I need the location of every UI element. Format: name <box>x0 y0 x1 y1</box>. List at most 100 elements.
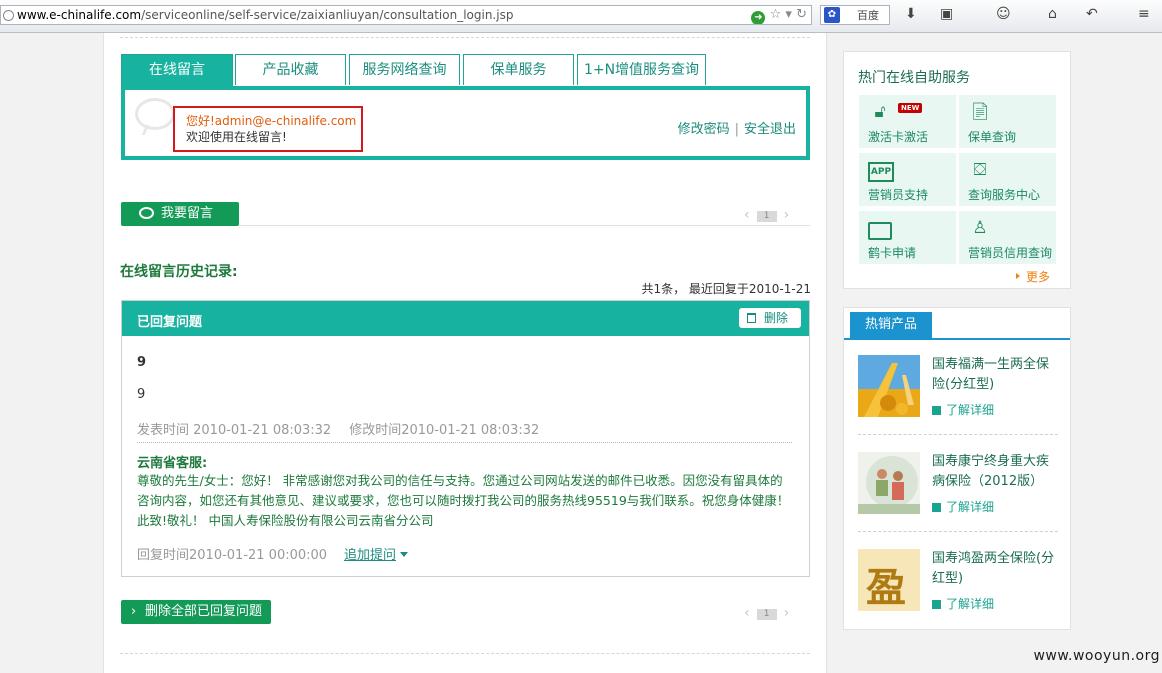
delete-all-replied-button[interactable]: › 删除全部已回复问题 <box>121 600 271 624</box>
leave-message-label: 我要留言 <box>161 206 214 221</box>
reload-icon[interactable]: ↻ <box>796 7 807 22</box>
leave-message-button[interactable]: 我要留言 <box>121 202 239 226</box>
message-header: 已回复问题 删除 <box>122 301 809 336</box>
greeting-highlight: 您好!admin@e-chinalife.com 欢迎使用在线留言! <box>173 106 363 152</box>
history-back-icon[interactable]: ↶ <box>1086 6 1098 22</box>
top-divider <box>120 37 810 38</box>
pager-next-icon[interactable]: › <box>784 207 790 223</box>
trash-icon <box>747 313 756 323</box>
message-title: 9 <box>137 355 147 370</box>
product-name[interactable]: 国寿鸿盈两全保险(分红型) <box>932 549 1060 589</box>
history-title: 在线留言历史记录: <box>120 264 238 280</box>
product-detail-link[interactable]: 了解详细 <box>932 401 994 418</box>
tab-value-added[interactable]: 1+N增值服务查询 <box>577 54 706 85</box>
smiley-icon[interactable]: ☺ <box>996 6 1011 22</box>
message-status-title: 已回复问题 <box>137 315 203 330</box>
service-card-agent-credit[interactable]: ♙ 营销员信用查询 <box>959 211 1056 264</box>
tab-product-favorites[interactable]: 产品收藏 <box>235 54 346 85</box>
product-name[interactable]: 国寿福满一生两全保险(分红型) <box>932 355 1060 395</box>
pager-page-number[interactable]: 1 <box>756 609 777 620</box>
pager-page-number[interactable]: 1 <box>756 211 777 222</box>
divider <box>239 225 810 226</box>
go-arrow-icon[interactable]: ➜ <box>751 11 766 24</box>
pager-prev-icon[interactable]: ‹ <box>744 605 750 621</box>
addon-icon[interactable]: ▣ <box>940 6 953 22</box>
chat-bubble-icon <box>135 98 175 130</box>
modify-time: 修改时间2010-01-21 08:03:32 <box>349 423 540 438</box>
product-item[interactable]: 盈 国寿鸿盈两全保险(分红型) 了解详细 <box>858 549 1058 629</box>
main-content: 在线留言 产品收藏 服务网络查询 保单服务 1+N增值服务查询 您好!admin… <box>103 33 827 673</box>
welcome-text: 欢迎使用在线留言! <box>186 130 287 144</box>
speech-bubble-icon <box>139 207 154 219</box>
hot-products-underline <box>844 338 1070 340</box>
product-image[interactable] <box>858 355 920 417</box>
service-card-activation[interactable]: 🔓︎ NEW 激活卡激活 <box>859 95 956 148</box>
services-title: 热门在线自助服务 <box>858 70 970 86</box>
service-card-agent-support[interactable]: APP 营销员支持 <box>859 153 956 206</box>
service-card-card-application[interactable]: 鹤卡申请 <box>859 211 956 264</box>
download-icon[interactable]: ⬇ <box>905 6 917 22</box>
hot-products-tab[interactable]: 热销产品 <box>850 312 932 338</box>
card-icon <box>868 222 892 240</box>
pager-next-icon[interactable]: › <box>784 605 790 621</box>
product-divider <box>858 531 1058 532</box>
change-password-link[interactable]: 修改密码 <box>678 122 730 137</box>
unlock-icon: 🔓︎ <box>874 102 886 122</box>
bookmark-star-icon[interactable]: ☆ <box>770 7 782 22</box>
hot-products-box: 热销产品 国寿福满一生两全保险(分红型) 了解详细 国寿康宁终身重大疾病保险（2… <box>843 307 1071 630</box>
browser-toolbar: www.e-chinalife.com/serviceonline/self-s… <box>0 0 1162 33</box>
reply-text: 尊敬的先生/女士：您好！ 非常感谢您对我公司的信任与支持。您通过公司网站发送的邮… <box>137 473 790 528</box>
service-card-policy-query[interactable]: 📄︎ 保单查询 <box>959 95 1056 148</box>
caret-down-icon <box>400 552 409 557</box>
product-name[interactable]: 国寿康宁终身重大疾病保险（2012版） <box>932 452 1060 492</box>
baidu-paw-icon: ✿ <box>824 7 840 23</box>
service-card-service-center[interactable]: ⛋ 查询服务中心 <box>959 153 1056 206</box>
pager-top: ‹ 1 › <box>744 207 789 223</box>
service-label: 保单查询 <box>968 130 1017 144</box>
service-label: 营销员支持 <box>868 188 929 202</box>
user-info-box: 您好!admin@e-chinalife.com 欢迎使用在线留言! 修改密码 |… <box>121 86 810 160</box>
add-question-link[interactable]: 追加提问 <box>344 544 409 563</box>
pager-prev-icon[interactable]: ‹ <box>744 207 750 223</box>
logout-link[interactable]: 安全退出 <box>744 122 796 137</box>
watermark: www.wooyun.org <box>1033 648 1160 664</box>
product-detail-link[interactable]: 了解详细 <box>932 498 994 515</box>
delete-all-label: 删除全部已回复问题 <box>145 604 263 619</box>
history-summary: 共1条， 最近回复于2010-1-21 <box>641 282 811 296</box>
dropdown-arrow-icon[interactable]: ▾ <box>785 7 792 22</box>
url-path: /serviceonline/self-service/zaixianliuya… <box>141 8 514 22</box>
service-label: 激活卡激活 <box>868 130 929 144</box>
tab-policy-service[interactable]: 保单服务 <box>463 54 574 85</box>
delete-label: 删除 <box>764 311 789 325</box>
tab-service-network[interactable]: 服务网络查询 <box>349 54 460 85</box>
app-icon: APP <box>868 162 894 182</box>
bottom-divider <box>120 653 810 654</box>
message-times: 发表时间 2010-01-21 08:03:32 修改时间2010-01-21 0… <box>137 419 539 438</box>
product-image-text: 盈 <box>866 564 906 611</box>
reply-time: 回复时间2010-01-21 00:00:00 <box>137 548 328 563</box>
product-divider <box>858 434 1058 435</box>
product-item[interactable]: 国寿康宁终身重大疾病保险（2012版） 了解详细 <box>858 452 1058 532</box>
tab-online-message[interactable]: 在线留言 <box>121 54 233 87</box>
delete-button[interactable]: 删除 <box>739 308 801 328</box>
message-panel: 已回复问题 删除 9 9 发表时间 2010-01-21 08:03:32 修改时… <box>121 300 810 577</box>
add-question-label: 追加提问 <box>344 548 397 563</box>
hot-services-box: 热门在线自助服务 🔓︎ NEW 激活卡激活 📄︎ 保单查询 APP 营销员支持 … <box>843 51 1071 289</box>
document-search-icon: 📄︎ <box>969 102 991 122</box>
reply-divider <box>137 442 792 443</box>
address-bar[interactable]: www.e-chinalife.com/serviceonline/self-s… <box>0 5 812 25</box>
home-icon[interactable]: ⌂ <box>1048 6 1057 22</box>
map-icon: ⛋ <box>973 160 987 180</box>
menu-icon[interactable]: ≡ <box>1138 6 1150 22</box>
product-image[interactable] <box>858 452 920 514</box>
pager-bottom: ‹ 1 › <box>744 605 789 621</box>
product-image[interactable]: 盈 <box>858 549 920 611</box>
reply-author: 云南省客服: <box>137 456 208 471</box>
user-greeting: 您好!admin@e-chinalife.com <box>186 114 357 128</box>
more-services-link[interactable]: 更多 <box>1016 268 1050 285</box>
product-item[interactable]: 国寿福满一生两全保险(分红型) 了解详细 <box>858 355 1058 435</box>
product-detail-link[interactable]: 了解详细 <box>932 595 994 612</box>
search-engine-box[interactable]: ✿ 百度 <box>820 5 890 25</box>
new-badge: NEW <box>898 103 923 113</box>
post-time: 发表时间 2010-01-21 08:03:32 <box>137 423 332 438</box>
